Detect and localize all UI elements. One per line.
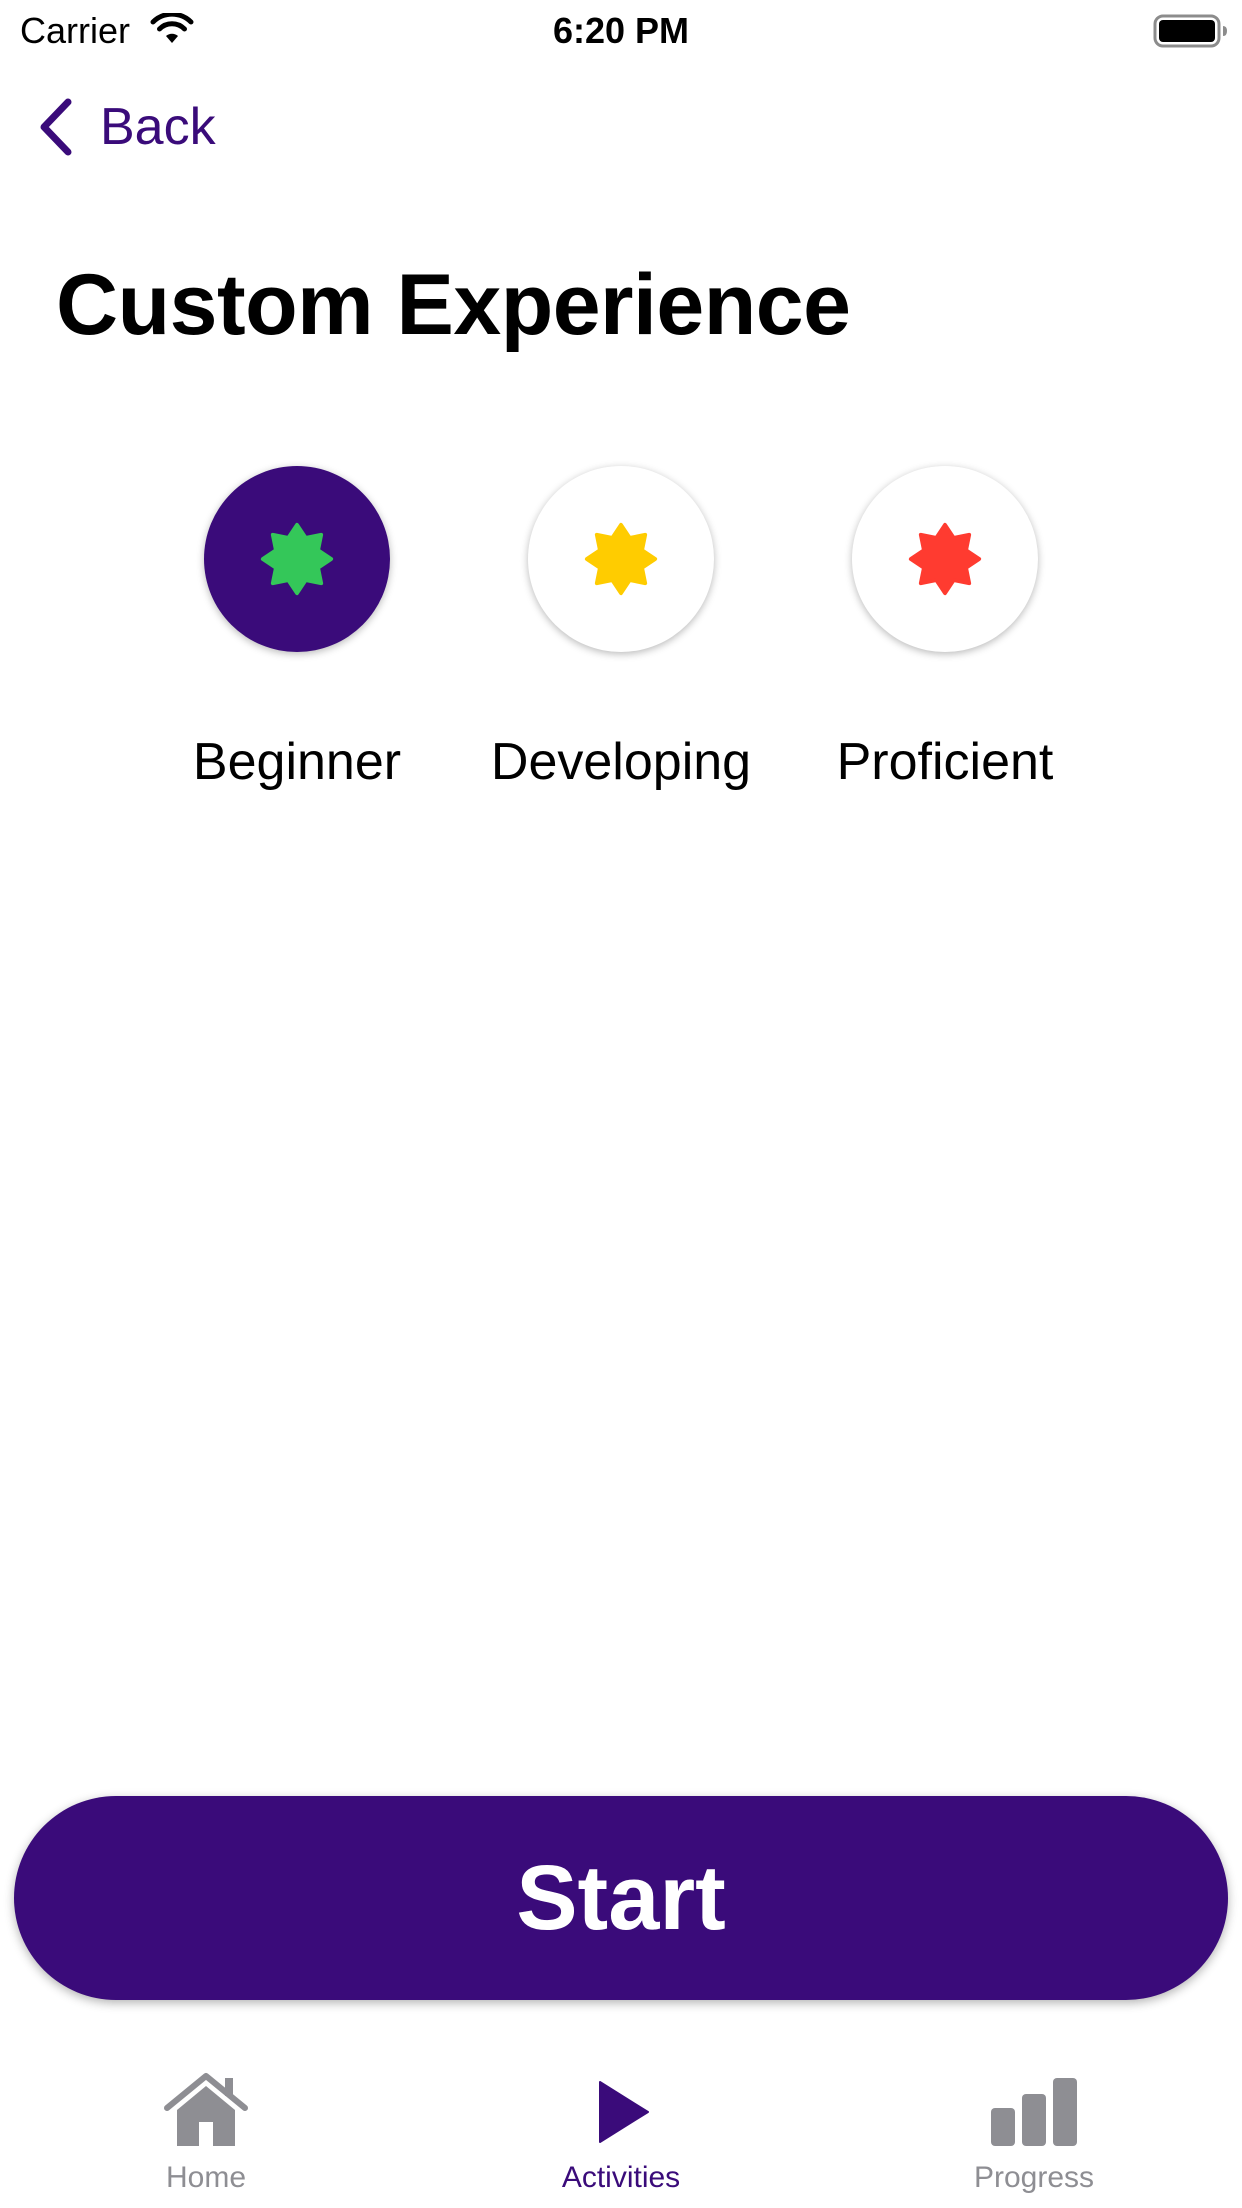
level-option-proficient[interactable]: Proficient bbox=[795, 466, 1095, 794]
level-circle bbox=[528, 466, 714, 652]
house-icon bbox=[164, 2073, 248, 2146]
back-button[interactable]: Back bbox=[36, 92, 216, 162]
level-circle bbox=[204, 466, 390, 652]
level-option-beginner[interactable]: Beginner bbox=[147, 466, 447, 794]
level-circle bbox=[852, 466, 1038, 652]
badge-icon bbox=[260, 522, 334, 596]
badge-icon bbox=[908, 522, 982, 596]
back-label: Back bbox=[100, 98, 216, 156]
tab-bar: Home Activities Progress bbox=[0, 2060, 1242, 2208]
play-icon bbox=[599, 2081, 649, 2143]
badge-icon bbox=[584, 522, 658, 596]
tab-progress[interactable]: Progress bbox=[904, 2060, 1164, 2208]
chevron-left-icon bbox=[40, 98, 72, 156]
tab-activities[interactable]: Activities bbox=[491, 2060, 751, 2208]
clock: 6:20 PM bbox=[552, 10, 690, 51]
level-label: Proficient bbox=[836, 733, 1054, 791]
start-button[interactable]: Start bbox=[14, 1796, 1228, 2000]
status-bar: Carrier 6:20 PM bbox=[0, 0, 1242, 62]
tab-label: Activities bbox=[561, 2161, 681, 2194]
level-option-developing[interactable]: Developing bbox=[471, 466, 771, 794]
tab-label: Home bbox=[165, 2161, 247, 2194]
chart-bar-icon bbox=[991, 2078, 1077, 2146]
page-title: Custom Experience bbox=[56, 257, 851, 353]
level-label: Beginner bbox=[192, 733, 402, 791]
tab-label: Progress bbox=[973, 2161, 1095, 2194]
level-label: Developing bbox=[490, 733, 752, 791]
tab-home[interactable]: Home bbox=[76, 2060, 336, 2208]
battery-icon bbox=[1153, 14, 1227, 48]
